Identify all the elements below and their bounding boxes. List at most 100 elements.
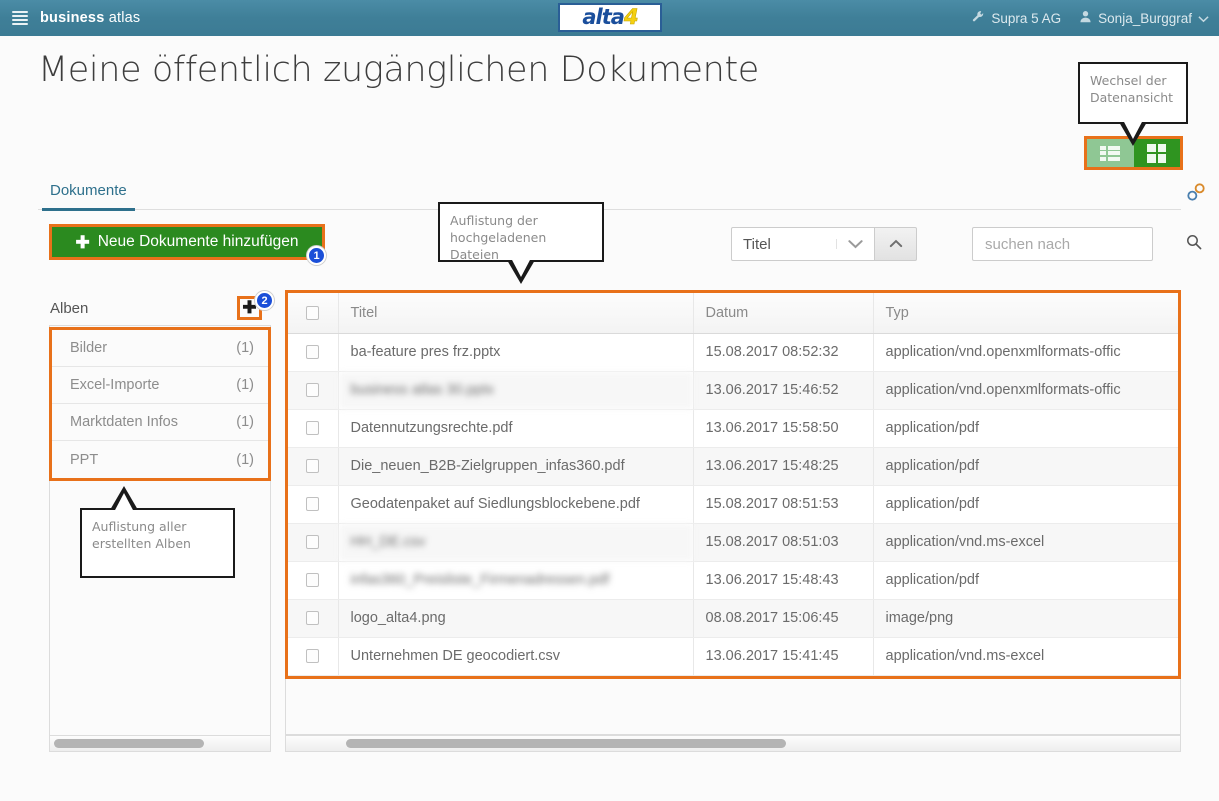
cell-type: application/vnd.openxmlformats-offic — [873, 333, 1178, 372]
row-select-cell[interactable] — [288, 333, 339, 372]
search-box[interactable] — [972, 227, 1202, 261]
row-select-cell[interactable] — [288, 485, 339, 524]
album-item-marktdaten-infos[interactable]: Marktdaten Infos (1) — [52, 404, 268, 441]
album-name: PPT — [70, 451, 99, 468]
album-item-ppt[interactable]: PPT (1) — [52, 441, 268, 478]
cell-title: Unternehmen DE geocodiert.csv — [338, 637, 694, 676]
sort-ascending-icon — [889, 235, 903, 253]
chevron-down-icon — [1198, 11, 1209, 26]
row-checkbox[interactable] — [306, 497, 320, 512]
album-item-excel-importe[interactable]: Excel-Importe (1) — [52, 367, 268, 404]
row-checkbox[interactable] — [306, 573, 320, 588]
cell-date: 13.06.2017 15:48:25 — [693, 447, 874, 486]
documents-table-body: ba-feature pres frz.pptx 15.08.2017 08:5… — [288, 333, 1178, 676]
cell-type: application/pdf — [873, 485, 1178, 524]
organization-name: Supra 5 AG — [991, 10, 1062, 26]
cell-title: infas360_Preisliste_Firmenadressen.pdf — [338, 561, 694, 600]
callout-file-list-text: Auflistung der hochgeladenen Dateien — [450, 213, 547, 262]
cell-date: 15.08.2017 08:51:53 — [693, 485, 874, 524]
callout-view-switch-text: Wechsel der Datenansicht — [1090, 73, 1174, 105]
album-count: (1) — [236, 340, 254, 356]
callout-view-switch: Wechsel der Datenansicht — [1078, 62, 1188, 146]
table-row[interactable]: business atlas 30.pptx 13.06.2017 15:46:… — [288, 371, 1178, 410]
app-brand[interactable]: business atlas — [40, 10, 140, 26]
row-checkbox[interactable] — [306, 611, 320, 626]
cell-title: Die_neuen_B2B-Zielgruppen_infas360.pdf — [338, 447, 694, 486]
row-select-cell[interactable] — [288, 561, 339, 600]
table-row[interactable]: ba-feature pres frz.pptx 15.08.2017 08:5… — [288, 333, 1178, 372]
table-row[interactable]: Die_neuen_B2B-Zielgruppen_infas360.pdf 1… — [288, 447, 1178, 486]
row-select-cell[interactable] — [288, 637, 339, 676]
cell-title: logo_alta4.png — [338, 599, 694, 638]
organization-menu[interactable]: Supra 5 AG — [972, 10, 1061, 26]
row-checkbox[interactable] — [306, 535, 320, 550]
select-all-header[interactable] — [288, 293, 339, 334]
search-icon[interactable] — [1186, 234, 1202, 255]
cell-date: 08.08.2017 15:06:45 — [693, 599, 874, 638]
row-checkbox[interactable] — [306, 459, 320, 474]
cell-type: application/pdf — [873, 561, 1178, 600]
row-checkbox[interactable] — [306, 383, 320, 398]
cell-title: ba-feature pres frz.pptx — [338, 333, 694, 372]
grid-view-icon — [1147, 143, 1167, 163]
sort-direction-button[interactable] — [875, 227, 917, 261]
table-row[interactable]: Unternehmen DE geocodiert.csv 13.06.2017… — [288, 637, 1178, 676]
table-row[interactable]: HH_DE.csv 15.08.2017 08:51:03 applicatio… — [288, 523, 1178, 562]
add-documents-button[interactable]: ✚ Neue Dokumente hinzufügen — [49, 224, 325, 260]
albums-label: Alben — [50, 300, 89, 317]
cell-type: application/vnd.ms-excel — [873, 637, 1178, 676]
albums-horizontal-scrollbar[interactable] — [49, 735, 271, 752]
brand-light-text: atlas — [104, 10, 141, 26]
app-page: business atlas alta 4 Supra 5 AG Sonja_Bu… — [0, 0, 1219, 801]
row-select-cell[interactable] — [288, 371, 339, 410]
add-documents-wrapper: ✚ Neue Dokumente hinzufügen — [49, 224, 325, 260]
user-menu[interactable]: Sonja_Burggraf — [1079, 10, 1209, 26]
table-row[interactable]: Geodatenpaket auf Siedlungsblockebene.pd… — [288, 485, 1178, 524]
album-item-bilder[interactable]: Bilder (1) — [52, 330, 268, 367]
wrench-icon — [972, 10, 985, 26]
table-header-row: Titel Datum Typ — [288, 293, 1178, 334]
row-checkbox[interactable] — [306, 345, 320, 360]
cell-type: application/pdf — [873, 409, 1178, 448]
documents-table: Titel Datum Typ ba-feature pres frz.pptx… — [288, 293, 1178, 676]
horizontal-scrollbar-thumb[interactable] — [346, 739, 786, 748]
row-select-cell[interactable] — [288, 523, 339, 562]
sort-field-select[interactable]: Titel — [731, 227, 875, 261]
documents-horizontal-scrollbar[interactable] — [285, 735, 1181, 752]
cell-date: 15.08.2017 08:51:03 — [693, 523, 874, 562]
page-title: Meine öffentlich zugänglichen Dokumente — [38, 50, 759, 90]
cell-type: application/vnd.ms-excel — [873, 523, 1178, 562]
column-header-typ[interactable]: Typ — [873, 293, 1178, 334]
alta4-logo: alta 4 — [558, 3, 662, 32]
annotation-badge-1: 1 — [307, 246, 326, 265]
plus-icon: ✚ — [75, 232, 90, 252]
cell-title: HH_DE.csv — [338, 523, 694, 562]
add-documents-label: Neue Dokumente hinzufügen — [97, 233, 299, 250]
column-header-titel[interactable]: Titel — [338, 293, 694, 334]
user-name: Sonja_Burggraf — [1098, 10, 1192, 26]
search-input[interactable] — [983, 234, 1186, 254]
select-all-checkbox[interactable] — [306, 305, 320, 320]
sort-field-value: Titel — [743, 235, 771, 253]
table-row[interactable]: Datennutzungsrechte.pdf 13.06.2017 15:58… — [288, 409, 1178, 448]
cell-title: Geodatenpaket auf Siedlungsblockebene.pd… — [338, 485, 694, 524]
hamburger-icon[interactable] — [12, 11, 28, 25]
top-right-actions: Supra 5 AG Sonja_Burggraf — [972, 0, 1209, 36]
chain-link-icon[interactable] — [1185, 181, 1207, 208]
row-select-cell[interactable] — [288, 409, 339, 448]
row-checkbox[interactable] — [306, 421, 320, 436]
row-select-cell[interactable] — [288, 447, 339, 486]
column-header-datum[interactable]: Datum — [693, 293, 874, 334]
callout-album-list-text: Auflistung aller erstellten Alben — [92, 519, 191, 551]
cell-title: business atlas 30.pptx — [338, 371, 694, 410]
table-row[interactable]: infas360_Preisliste_Firmenadressen.pdf 1… — [288, 561, 1178, 600]
list-view-icon — [1100, 145, 1121, 161]
row-select-cell[interactable] — [288, 599, 339, 638]
tab-dokumente[interactable]: Dokumente — [42, 178, 135, 211]
album-name: Excel-Importe — [70, 377, 160, 393]
horizontal-scrollbar-thumb[interactable] — [54, 739, 204, 748]
logo-alta-text: alta — [582, 5, 625, 29]
table-row[interactable]: logo_alta4.png 08.08.2017 15:06:45 image… — [288, 599, 1178, 638]
row-checkbox[interactable] — [306, 649, 320, 664]
brand-bold-text: business — [40, 10, 105, 26]
